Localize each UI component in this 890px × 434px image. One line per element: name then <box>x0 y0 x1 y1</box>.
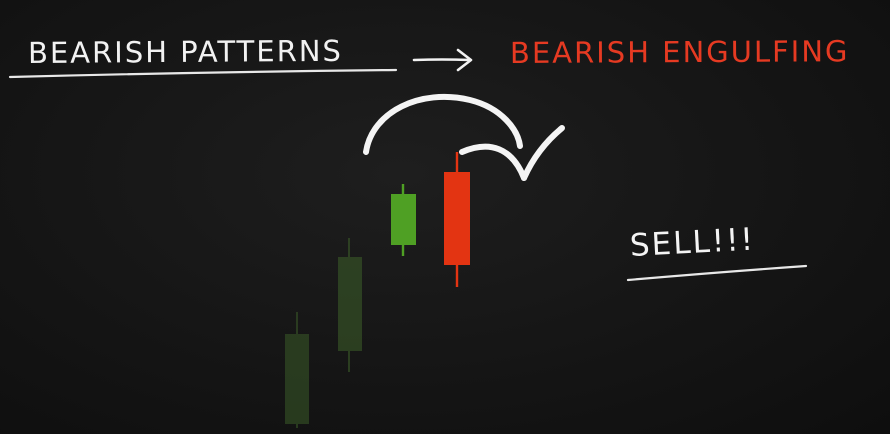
candle-4 <box>444 152 470 287</box>
candle-4-body <box>444 172 470 265</box>
candle-1 <box>285 312 309 428</box>
candle-3-body <box>391 194 416 245</box>
heading-underline <box>8 68 398 79</box>
chart-overlay <box>8 68 808 428</box>
sell-underline <box>626 264 808 282</box>
chalkboard-scene: BEARISH PATTERNS BEARISH ENGULFING SELL!… <box>0 0 890 434</box>
curved-arrow-icon <box>363 93 565 181</box>
sell-callout: SELL!!! <box>629 221 756 264</box>
candle-2-body <box>338 257 362 351</box>
candle-3 <box>391 184 416 256</box>
candle-1-body <box>285 334 309 424</box>
candle-2 <box>338 238 362 372</box>
